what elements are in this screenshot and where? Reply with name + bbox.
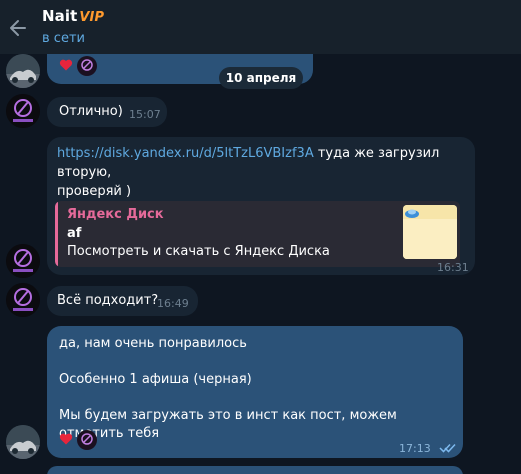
message-text: Всё подходит? xyxy=(57,293,159,308)
message-list[interactable]: 10 апреля Отлично) 15:07 https://disk.ya… xyxy=(0,54,521,474)
message-time: 16:31 xyxy=(437,261,469,274)
message-text-block: https://disk.yandex.ru/d/5ltTzL6VBIzf3A … xyxy=(57,144,467,201)
preview-description: Посмотреть и скачать с Яндекс Диска xyxy=(67,244,330,259)
message-link[interactable]: https://disk.yandex.ru/d/5ltTzL6VBIzf3A xyxy=(57,146,314,161)
avatar-photo[interactable] xyxy=(6,54,40,88)
reactor-avatar xyxy=(77,56,97,76)
message-bubble[interactable]: Отлично) 15:07 xyxy=(47,97,167,127)
reactor-avatar xyxy=(77,430,97,450)
avatar-logo[interactable] xyxy=(6,283,40,317)
link-preview[interactable]: Яндекс Диск af Посмотреть и скачать с Ян… xyxy=(55,201,460,267)
preview-thumbnail[interactable] xyxy=(403,205,457,259)
message-time: 16:49 xyxy=(157,297,189,310)
message-bubble[interactable]: Всё подходит? 16:49 xyxy=(47,286,198,316)
message-bubble-partial[interactable] xyxy=(47,466,463,474)
message-bubble[interactable]: да, нам очень понравилось Особенно 1 афи… xyxy=(47,326,463,458)
heart-icon xyxy=(59,59,73,71)
date-separator: 10 апреля xyxy=(219,67,303,89)
back-arrow-icon[interactable] xyxy=(8,18,28,38)
online-status: в сети xyxy=(42,31,85,46)
message-time: 17:13 xyxy=(399,442,431,455)
chat-header: Nait VIP в сети xyxy=(0,0,521,54)
avatar-logo[interactable] xyxy=(6,94,40,128)
avatar-photo[interactable] xyxy=(6,425,40,459)
preview-accent-bar xyxy=(55,201,58,267)
avatar-logo[interactable] xyxy=(6,244,40,278)
message-bubble[interactable]: https://disk.yandex.ru/d/5ltTzL6VBIzf3A … xyxy=(47,137,475,275)
vip-badge: VIP xyxy=(79,10,105,25)
preview-title: af xyxy=(67,226,82,241)
preview-site-name: Яндекс Диск xyxy=(67,207,164,222)
message-line: да, нам очень понравилось xyxy=(59,336,247,351)
double-check-icon xyxy=(439,443,456,453)
message-text-line2: проверяй ) xyxy=(57,184,132,199)
chat-title[interactable]: Nait VIP xyxy=(42,7,104,25)
message-line: Мы будем загружать это в инст как пост, … xyxy=(59,408,397,441)
message-line: Особенно 1 афиша (черная) xyxy=(59,372,252,387)
reaction-chip[interactable] xyxy=(57,56,99,76)
contact-name: Nait xyxy=(42,7,78,25)
heart-icon xyxy=(59,433,73,445)
message-time: 15:07 xyxy=(129,108,161,121)
reaction-chip[interactable] xyxy=(57,430,99,450)
message-text: Отлично) xyxy=(59,104,123,119)
